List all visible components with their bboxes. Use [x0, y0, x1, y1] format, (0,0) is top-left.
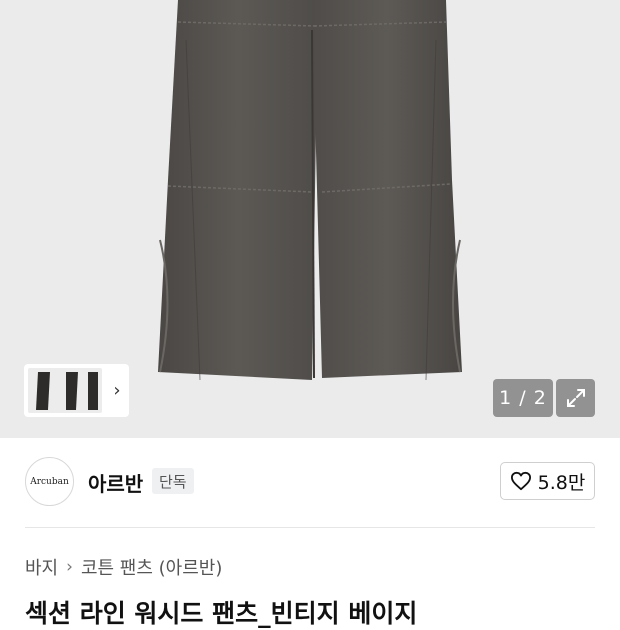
product-image-gallery[interactable]: › 1 / 2 [0, 0, 620, 438]
product-title: 섹션 라인 워시드 팬츠_빈티지 베이지 [25, 599, 418, 628]
divider [25, 527, 595, 528]
brand-logo[interactable]: Arcuban [25, 457, 74, 506]
chevron-right-icon: › [66, 557, 73, 577]
expand-icon [566, 389, 585, 407]
chevron-right-icon[interactable]: › [108, 381, 126, 401]
breadcrumb: 바지 › 코튼 팬츠 (아르반) [25, 554, 222, 580]
like-count: 5.8만 [537, 471, 586, 494]
image-counter: 1 / 2 [493, 379, 553, 417]
heart-outline-icon [510, 471, 531, 491]
expand-button[interactable] [556, 379, 595, 417]
thumbnail-pants-graphic [36, 372, 98, 410]
brand-name[interactable]: 아르반 [88, 468, 143, 497]
like-button[interactable]: 5.8만 [500, 462, 595, 500]
breadcrumb-item-subcategory[interactable]: 코튼 팬츠 (아르반) [81, 554, 222, 580]
exclusive-badge: 단독 [152, 468, 194, 494]
breadcrumb-item-category[interactable]: 바지 [25, 554, 58, 580]
thumbnail-image[interactable] [28, 368, 102, 413]
brand-row: Arcuban 아르반 단독 5.8만 [0, 438, 620, 528]
